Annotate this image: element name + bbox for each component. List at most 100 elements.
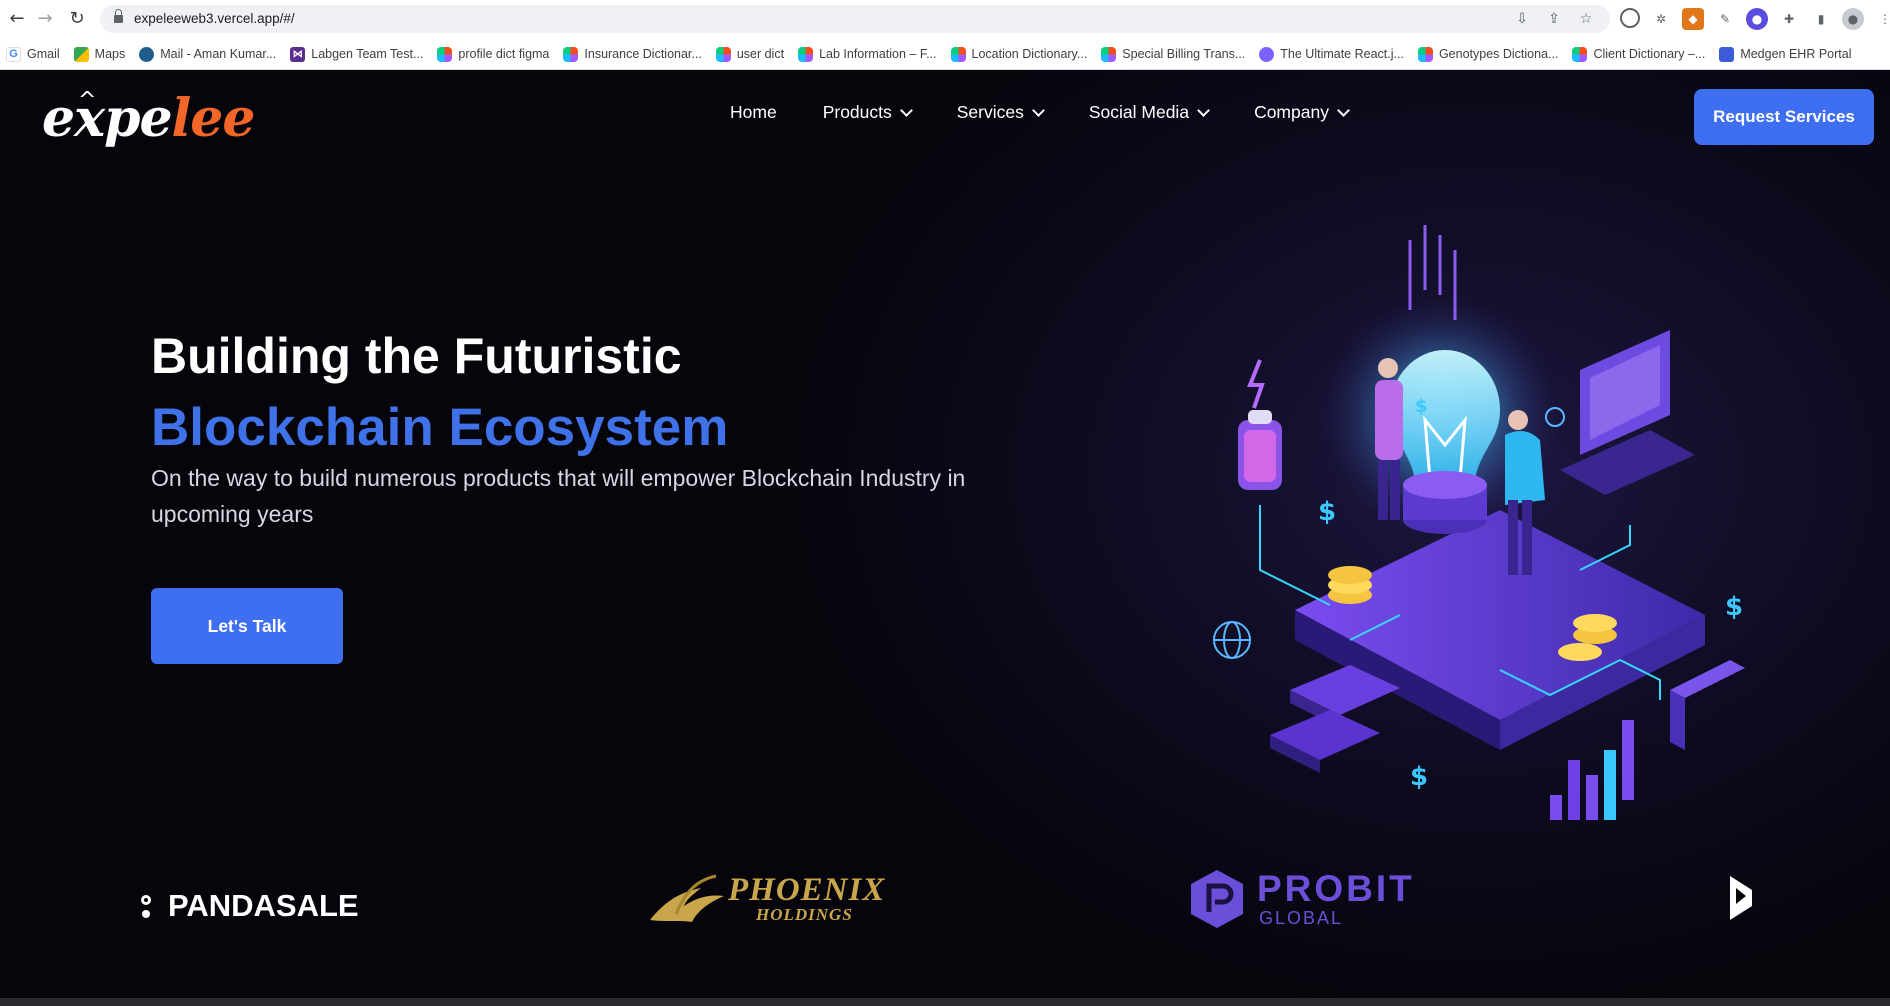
figma-icon (715, 46, 731, 62)
probit-wordmark: PROBIT GLOBAL (1257, 869, 1415, 929)
partner-subname: HOLDINGS (756, 905, 853, 924)
bookmark-label: user dict (736, 47, 785, 61)
bookmarks-bar: G Gmail Maps Mail - Aman Kumar... ⋈ Labgen… (0, 38, 1890, 70)
nav-label: Company (1254, 102, 1329, 122)
partner-subname: GLOBAL (1259, 907, 1344, 928)
figma-icon (950, 46, 966, 62)
play-logo-icon (1730, 876, 1752, 920)
omnibox-actions: ⇩ ⇪ ☆ (1512, 9, 1596, 29)
bookmark-label: Lab Information – F... (819, 47, 937, 61)
bookmark-item[interactable]: The Ultimate React.j... (1259, 46, 1404, 62)
bookmark-item[interactable]: profile dict figma (437, 46, 549, 62)
bookmark-label: Location Dictionary... (971, 47, 1088, 61)
nav-services[interactable]: Services (956, 102, 1045, 123)
install-icon[interactable]: ⇩ (1512, 9, 1532, 29)
eyedropper-icon[interactable]: ✎ (1714, 8, 1736, 30)
figma-icon (1417, 46, 1433, 62)
logo-text-orange: lee (171, 88, 256, 149)
bookmark-item[interactable]: Mail - Aman Kumar... (139, 46, 277, 62)
nav-label: Products (822, 102, 892, 122)
panda-logo-icon (141, 884, 162, 928)
nav-label: Home (730, 102, 777, 122)
maps-icon (73, 46, 89, 62)
svg-text:$: $ (1410, 762, 1428, 792)
hero-title: Building the Futuristic (151, 328, 682, 384)
address-bar[interactable]: expeleeweb3.vercel.app/#/ ⇩ ⇪ ☆ (100, 5, 1610, 33)
bug-icon[interactable]: ✲ (1650, 8, 1672, 30)
nav-company[interactable]: Company (1254, 102, 1350, 123)
bookmark-item[interactable]: Client Dictionary –... (1572, 46, 1705, 62)
reload-icon[interactable]: ↻ (66, 8, 88, 30)
lets-talk-button[interactable]: Let's Talk (151, 588, 343, 664)
partner-play-logo[interactable] (1726, 872, 1756, 924)
extension-icon[interactable] (1620, 8, 1640, 28)
bookmark-label: Medgen EHR Portal (1740, 47, 1852, 61)
nav-products[interactable]: Products (822, 102, 913, 123)
svg-text:$: $ (1725, 592, 1743, 622)
bookmark-item[interactable]: G Gmail (6, 46, 60, 62)
visual-studio-icon: ⋈ (290, 46, 306, 62)
bookmark-label: The Ultimate React.j... (1280, 47, 1404, 61)
bookmark-label: Maps (94, 47, 126, 61)
medgen-icon (1719, 46, 1735, 62)
bookmark-label: Special Billing Trans... (1122, 47, 1246, 61)
side-panel-icon[interactable]: ▮ (1810, 8, 1832, 30)
nav-label: Services (956, 102, 1024, 122)
phoenix-wordmark: PHOENIX HOLDINGS (728, 872, 886, 925)
bookmark-label: Gmail (27, 47, 60, 61)
figma-icon (563, 46, 579, 62)
bookmark-item[interactable]: Medgen EHR Portal (1719, 46, 1852, 62)
forward-icon[interactable]: → (34, 8, 56, 30)
battery-icon (1238, 359, 1282, 490)
hero-subtitle: On the way to build numerous products th… (151, 465, 966, 527)
svg-text:$: $ (1415, 396, 1428, 417)
site-logo[interactable]: ^ expelee (42, 88, 256, 158)
back-icon[interactable]: ← (6, 8, 28, 30)
chevron-down-icon (899, 103, 913, 117)
nav-label: Social Media (1088, 102, 1190, 122)
figma-icon (437, 46, 453, 62)
nav-home[interactable]: Home (730, 102, 777, 123)
nav-social-media[interactable]: Social Media (1088, 102, 1210, 123)
bookmark-item[interactable]: Maps (73, 46, 126, 62)
gmail-icon: G (6, 46, 21, 62)
react-icon (1259, 46, 1275, 62)
figma-icon (798, 46, 814, 62)
partner-logos: PANDASALE PHOENIX HOLDINGS PROBIT GLOBAL (0, 840, 1890, 940)
platform-shape (1295, 510, 1705, 750)
bookmark-item[interactable]: Special Billing Trans... (1101, 46, 1246, 62)
puzzle-icon[interactable]: ✚ (1778, 8, 1800, 30)
bookmark-item[interactable]: Genotypes Dictiona... (1417, 46, 1559, 62)
bookmark-item[interactable]: Lab Information – F... (798, 46, 937, 62)
partner-name: PHOENIX (728, 872, 886, 908)
chevron-down-icon (1031, 103, 1045, 117)
partner-probit-global[interactable]: PROBIT GLOBAL (1189, 868, 1415, 930)
partner-phoenix-holdings[interactable]: PHOENIX HOLDINGS (646, 870, 885, 930)
request-services-button[interactable]: Request Services (1694, 89, 1874, 145)
bookmark-item[interactable]: user dict (715, 46, 785, 62)
circle-extension-icon[interactable]: ● (1746, 8, 1768, 30)
chevron-down-icon (1337, 103, 1350, 117)
laptop-icon (1560, 330, 1695, 495)
lock-icon (114, 9, 123, 24)
menu-icon[interactable]: ⋮ (1874, 8, 1890, 30)
bookmark-label: Insurance Dictionar... (584, 47, 702, 61)
metamask-icon[interactable]: ◆ (1682, 8, 1704, 30)
bookmark-label: Mail - Aman Kumar... (160, 47, 277, 61)
phoenix-bird-icon (650, 874, 724, 922)
star-icon[interactable]: ☆ (1576, 9, 1596, 29)
extensions-bar: ✲ ◆ ✎ ● ✚ ▮ ● ⋮ (1620, 8, 1890, 30)
chevron-down-icon (1197, 103, 1210, 117)
profile-avatar-icon[interactable]: ● (1842, 8, 1864, 30)
bookmark-item[interactable]: Location Dictionary... (950, 46, 1088, 62)
figma-icon (1101, 46, 1117, 62)
share-icon[interactable]: ⇪ (1544, 9, 1564, 29)
partner-pandasale[interactable]: PANDASALE (134, 880, 359, 932)
bookmark-label: Genotypes Dictiona... (1438, 47, 1559, 61)
partner-name: PANDASALE (168, 888, 359, 923)
url-text[interactable]: expeleeweb3.vercel.app/#/ (134, 11, 295, 26)
bookmark-item[interactable]: ⋈ Labgen Team Test... (290, 46, 423, 62)
blockchain-illustration: $ $ $ $ (1213, 225, 1745, 820)
logo-text-white: expe (42, 88, 173, 149)
bookmark-item[interactable]: Insurance Dictionar... (563, 46, 702, 62)
